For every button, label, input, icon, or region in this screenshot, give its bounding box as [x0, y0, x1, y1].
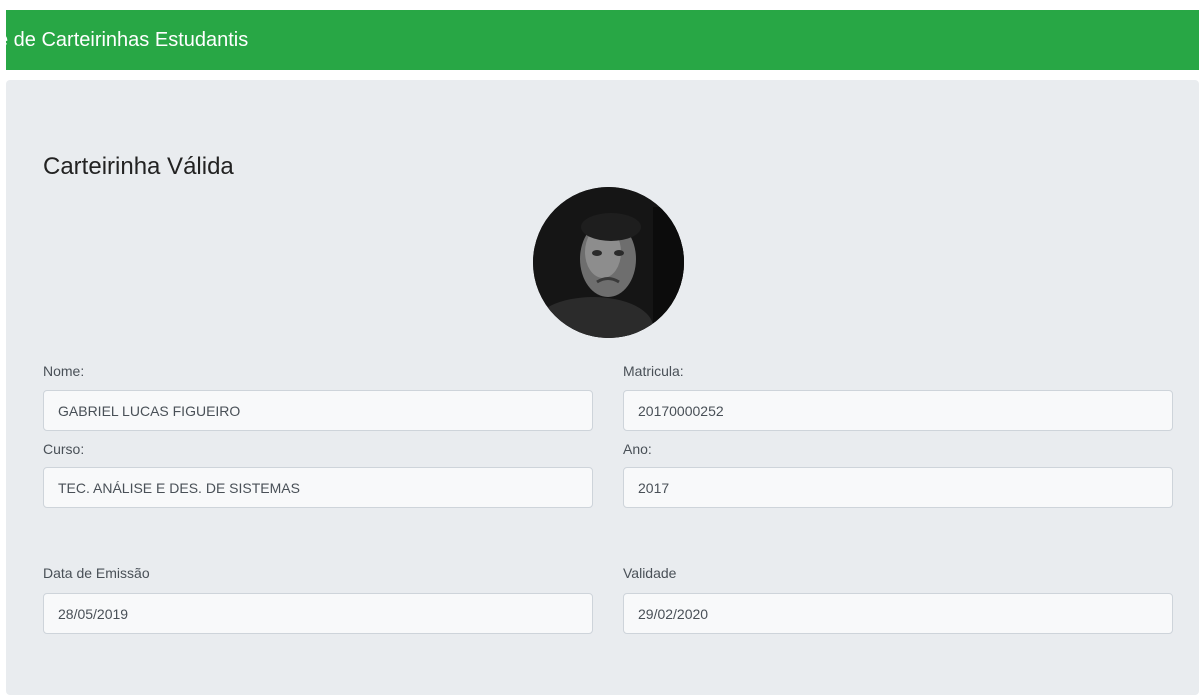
validade-label: Validade: [623, 565, 677, 581]
emissao-label: Data de Emissão: [43, 565, 150, 581]
emissao-input[interactable]: [43, 593, 593, 634]
top-navbar: e de Carteirinhas Estudantis: [6, 10, 1199, 70]
student-photo: [533, 187, 684, 338]
nome-label: Nome:: [43, 363, 85, 379]
matricula-input[interactable]: [623, 390, 1173, 431]
ano-input[interactable]: [623, 467, 1173, 508]
student-photo-image: [533, 187, 684, 338]
curso-label: Curso:: [43, 441, 85, 457]
navbar-brand[interactable]: e de Carteirinhas Estudantis: [6, 27, 248, 53]
curso-input[interactable]: [43, 467, 593, 508]
student-card-panel: Carteirinha Válida Nome: Matricula: Curs…: [6, 80, 1199, 695]
ano-label: Ano:: [623, 441, 652, 457]
nome-input[interactable]: [43, 390, 593, 431]
matricula-label: Matricula:: [623, 363, 684, 379]
validade-input[interactable]: [623, 593, 1173, 634]
card-title: Carteirinha Válida: [43, 153, 234, 180]
